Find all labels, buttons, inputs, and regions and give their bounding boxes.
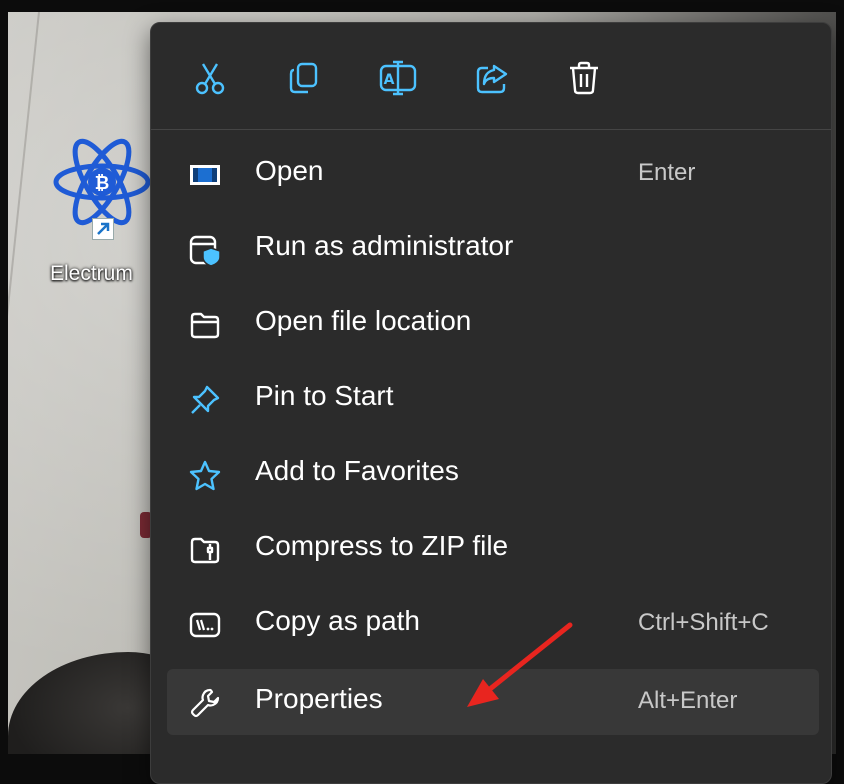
wrench-icon xyxy=(190,688,220,718)
menu-item-label: Pin to Start xyxy=(255,380,394,411)
run-as-admin-shield-icon xyxy=(189,235,221,266)
menu-item-label: Properties xyxy=(255,683,383,714)
menu-item-label: Copy as path xyxy=(255,605,420,636)
delete-icon xyxy=(570,61,598,95)
wallpaper-rock-crack xyxy=(8,12,40,751)
menu-item-shortcut: Ctrl+Shift+C xyxy=(638,609,769,636)
menu-item-label: Run as administrator xyxy=(255,230,514,261)
copy-path-icon xyxy=(189,612,221,638)
copy-icon xyxy=(289,62,318,94)
pin-icon xyxy=(191,385,220,414)
share-icon xyxy=(476,64,508,94)
cut-icon xyxy=(195,63,225,95)
electrum-app-icon: ₿ xyxy=(53,138,151,226)
share-button[interactable] xyxy=(463,49,521,107)
open-app-icon xyxy=(190,165,220,185)
rename-icon: A xyxy=(379,60,417,96)
copy-button[interactable] xyxy=(275,49,333,107)
menu-item-compress-to-zip[interactable]: Compress to ZIP file xyxy=(167,516,819,582)
menu-item-label: Open file location xyxy=(255,305,472,336)
menu-item-label: Open xyxy=(255,155,324,186)
svg-text:₿: ₿ xyxy=(95,173,110,194)
menu-item-open-file-location[interactable]: Open file location xyxy=(167,291,819,357)
star-icon xyxy=(189,460,221,491)
folder-icon xyxy=(190,312,220,339)
menu-item-run-as-administrator[interactable]: Run as administrator xyxy=(167,216,819,282)
menu-item-label: Compress to ZIP file xyxy=(255,530,509,561)
menu-item-shortcut: Enter xyxy=(638,159,696,186)
red-annotation-arrow xyxy=(467,622,573,707)
delete-button[interactable] xyxy=(555,49,613,107)
menu-item-open[interactable]: Open Enter xyxy=(167,141,819,207)
desktop-shortcut-label: Electrum xyxy=(50,262,133,285)
rename-button[interactable]: A xyxy=(369,49,427,107)
shortcut-arrow-icon xyxy=(92,218,114,240)
svg-text:A: A xyxy=(384,72,395,88)
context-menu-toolbar: A xyxy=(151,23,831,130)
menu-item-add-to-favorites[interactable]: Add to Favorites xyxy=(167,441,819,507)
menu-item-shortcut: Alt+Enter xyxy=(638,687,738,714)
menu-item-pin-to-start[interactable]: Pin to Start xyxy=(167,366,819,432)
zip-folder-icon xyxy=(190,537,220,564)
menu-item-label: Add to Favorites xyxy=(255,455,459,486)
cut-button[interactable] xyxy=(181,49,239,107)
